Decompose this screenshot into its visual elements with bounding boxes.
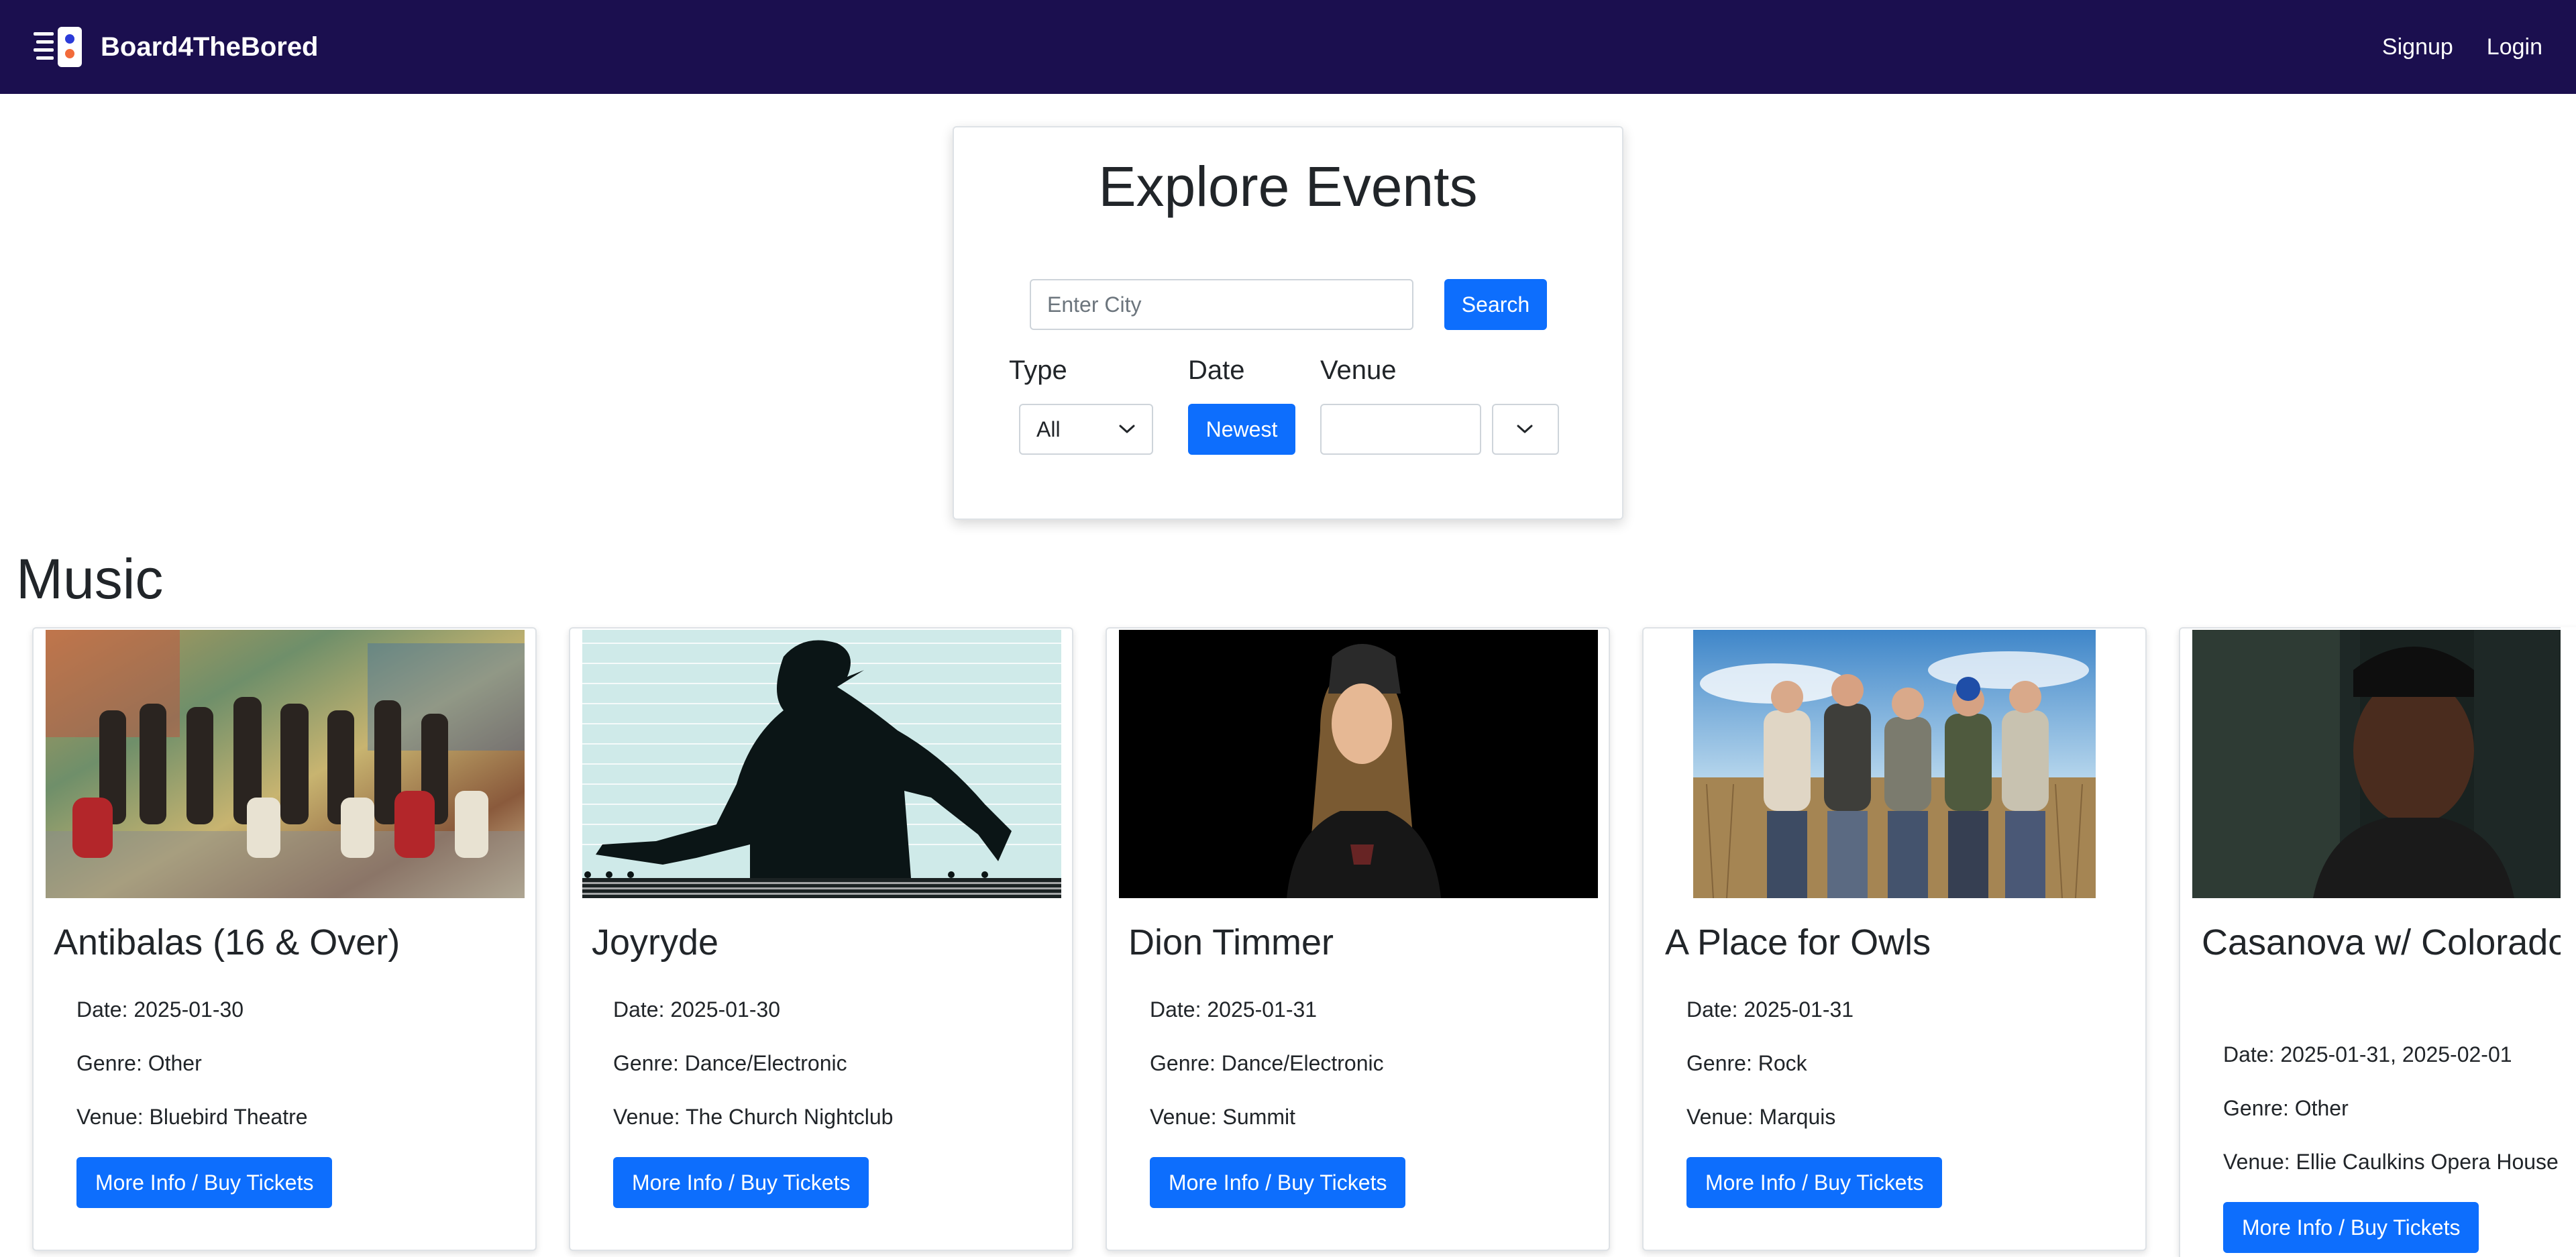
event-card: A Place for Owls Date: 2025-01-31 Genre:… <box>1642 627 2147 1251</box>
event-image <box>46 630 525 898</box>
event-date: Date: 2025-01-30 <box>76 997 244 1022</box>
band-field-photo-icon <box>1693 630 2096 898</box>
event-card: Casanova w/ Colorado Ballet Date: 2025-0… <box>2179 627 2576 1257</box>
viewport-edge <box>2561 627 2576 1257</box>
event-image <box>1693 630 2096 898</box>
event-title: Joyryde <box>592 922 719 963</box>
event-venue: Venue: The Church Nightclub <box>613 1105 894 1129</box>
event-genre: Genre: Dance/Electronic <box>613 1051 847 1075</box>
more-info-button[interactable]: More Info / Buy Tickets <box>76 1157 333 1208</box>
event-image <box>582 630 1061 898</box>
event-venue: Venue: Ellie Caulkins Opera House <box>2223 1150 2559 1174</box>
artist-portrait-icon <box>1119 630 1598 898</box>
event-venue: Venue: Marquis <box>1686 1105 1836 1129</box>
event-genre: Genre: Other <box>76 1051 202 1075</box>
event-genre: Genre: Rock <box>1686 1051 1807 1075</box>
event-cards: Antibalas (16 & Over) Date: 2025-01-30 G… <box>0 0 2576 1257</box>
more-info-button[interactable]: More Info / Buy Tickets <box>1150 1157 1406 1208</box>
event-card: Joyryde Date: 2025-01-30 Genre: Dance/El… <box>569 627 1073 1251</box>
event-date: Date: 2025-01-31 <box>1686 997 1854 1022</box>
event-image <box>1119 630 1598 898</box>
dj-silhouette-icon <box>582 630 1061 898</box>
event-image <box>2192 630 2576 898</box>
event-card: Antibalas (16 & Over) Date: 2025-01-30 G… <box>32 627 537 1251</box>
event-venue: Venue: Bluebird Theatre <box>76 1105 308 1129</box>
artist-portrait-icon <box>2192 630 2576 898</box>
event-genre: Genre: Other <box>2223 1096 2349 1120</box>
event-date: Date: 2025-01-31 <box>1150 997 1318 1022</box>
more-info-button[interactable]: More Info / Buy Tickets <box>1686 1157 1943 1208</box>
event-title: Antibalas (16 & Over) <box>54 922 400 963</box>
event-title: Dion Timmer <box>1128 922 1334 963</box>
more-info-button[interactable]: More Info / Buy Tickets <box>613 1157 869 1208</box>
event-card: Dion Timmer Date: 2025-01-31 Genre: Danc… <box>1106 627 1610 1251</box>
event-genre: Genre: Dance/Electronic <box>1150 1051 1384 1075</box>
event-date: Date: 2025-01-31, 2025-02-01 <box>2223 1042 2512 1067</box>
event-date: Date: 2025-01-30 <box>613 997 781 1022</box>
event-title: Casanova w/ Colorado Ballet <box>2202 922 2576 963</box>
band-photo-icon <box>46 630 525 898</box>
event-venue: Venue: Summit <box>1150 1105 1295 1129</box>
more-info-button[interactable]: More Info / Buy Tickets <box>2223 1202 2479 1253</box>
event-title: A Place for Owls <box>1665 922 1931 963</box>
